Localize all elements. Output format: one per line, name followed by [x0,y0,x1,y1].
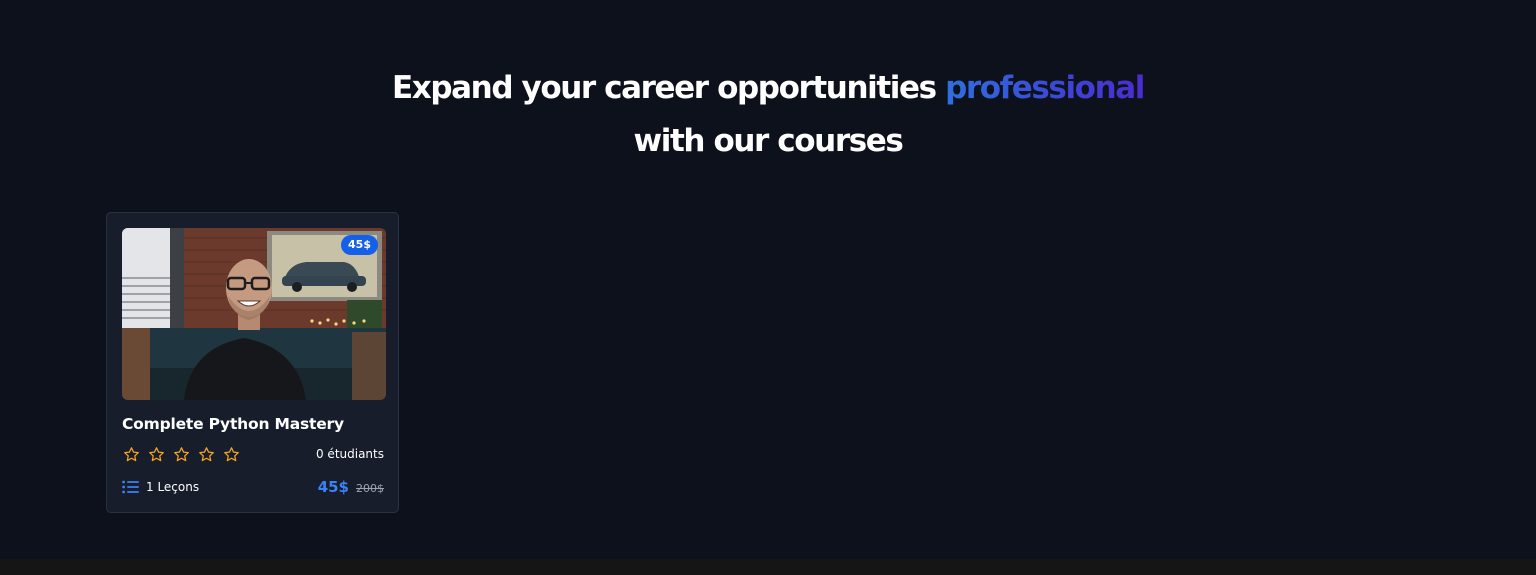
price-row: 45$ 200$ [318,478,384,496]
star-outline-icon [199,447,214,462]
price-badge: 45$ [341,235,378,255]
heading-line2: with our courses [633,123,904,159]
star-outline-icon [174,447,189,462]
heading-line1: Expand your career opportunities [391,70,937,106]
old-price: 200$ [356,482,384,495]
students-count: 0 étudiants [315,447,384,461]
star-outline-icon [224,447,239,462]
star-outline-icon [124,447,139,462]
lessons-count: 1 Leçons [146,480,200,494]
footer-edge [0,559,1536,575]
courses-section: Expand your career opportunities profess… [0,0,1536,559]
lessons-info: 1 Leçons [122,480,199,494]
course-thumbnail[interactable]: 45$ [122,228,386,400]
current-price: 45$ [317,478,349,496]
rating-stars [122,446,241,463]
star-outline-icon [149,447,164,462]
heading-accent: professional [945,70,1145,106]
list-icon [122,480,139,494]
course-card[interactable]: 45$ Complete Python Mastery 0 étudiants [106,212,399,513]
section-heading: Expand your career opportunities profess… [0,62,1536,168]
course-title[interactable]: Complete Python Mastery [122,415,344,433]
